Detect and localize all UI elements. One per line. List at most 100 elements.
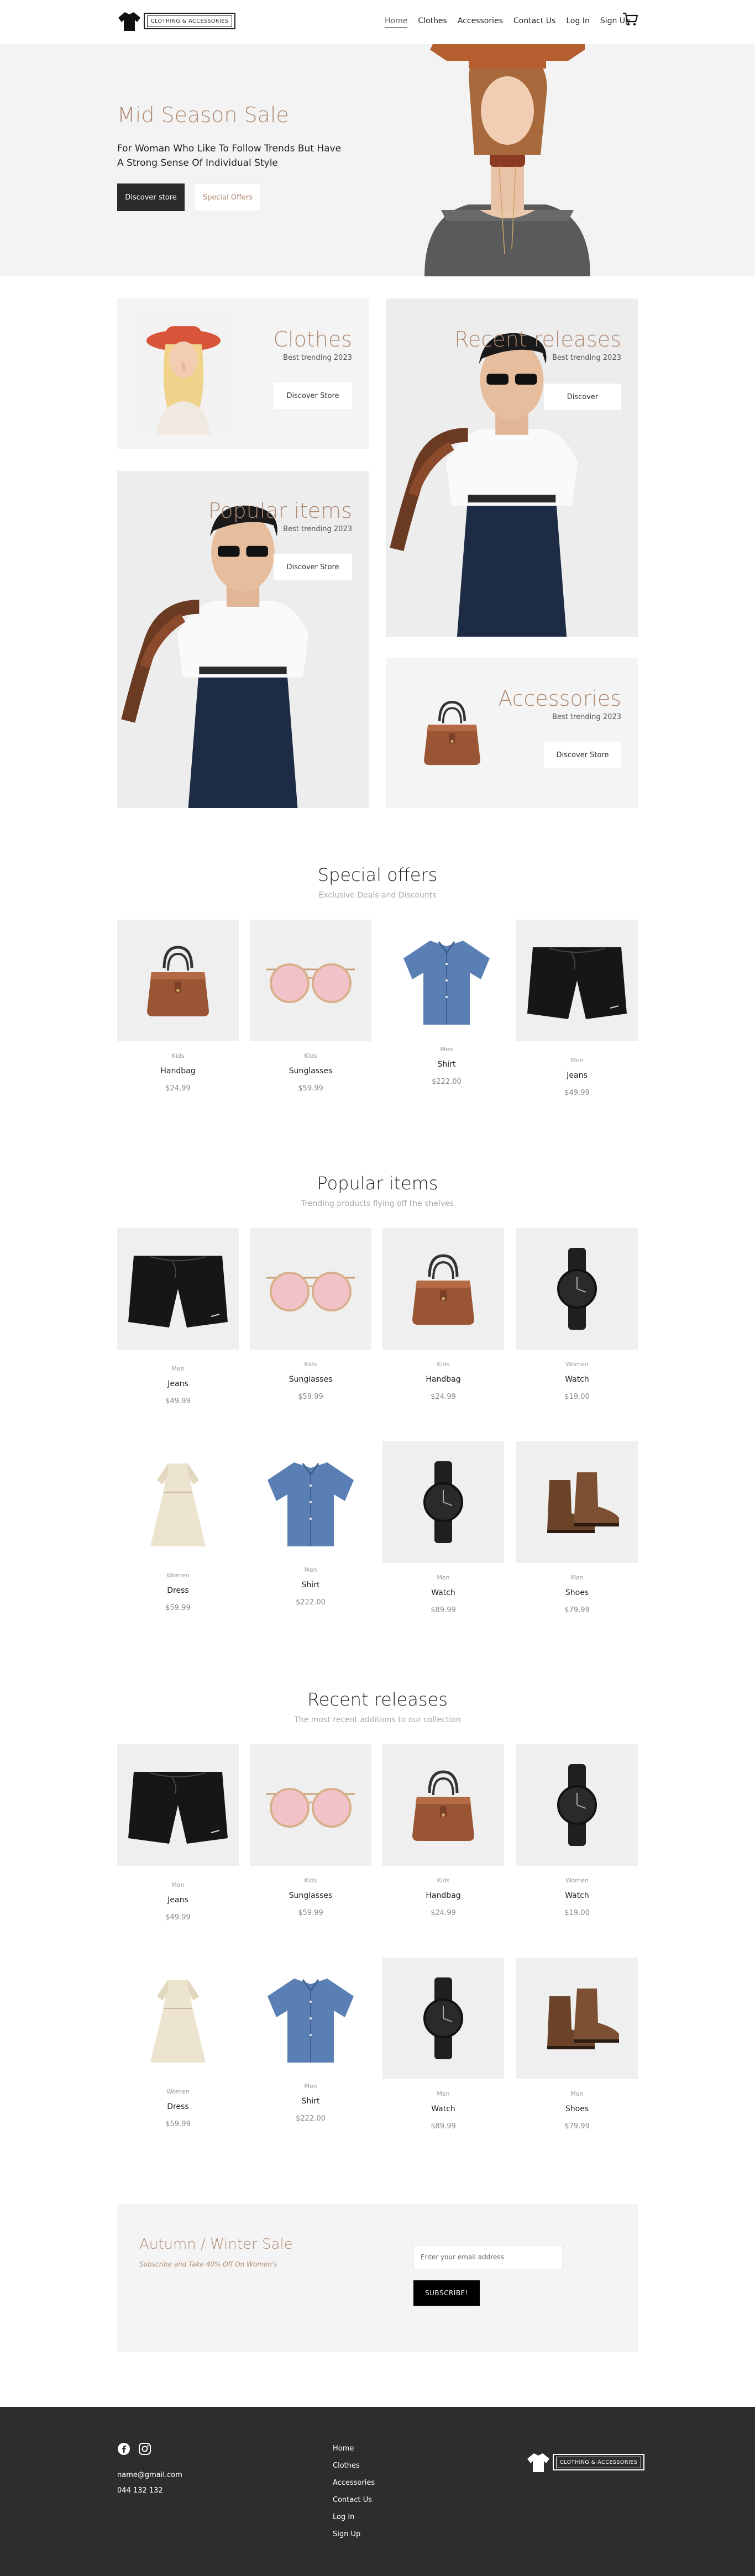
product-card[interactable]: Men Jeans $49.99 [117,1228,239,1416]
product-category: Men [171,1881,185,1888]
logo-wordmark: CLOTHING & ACCESSORIES [144,13,236,29]
special-offers-button[interactable]: Special Offers [195,183,261,211]
product-image-shoes [516,1958,638,2079]
tile-recent-button[interactable]: Discover [544,384,621,410]
email-field[interactable]: Enter your email address [413,2245,563,2269]
tile-popular-items[interactable]: Popular items Best trending 2023 Discove… [117,471,369,808]
product-card[interactable]: Kids Sunglasses $59.99 [250,1228,371,1416]
product-card[interactable]: Women Dress $59.99 [117,1958,239,2145]
product-card[interactable]: Kids Handbag $24.99 [382,1228,504,1416]
footer-link-home[interactable]: Home [333,2440,375,2457]
product-category: Men [304,2082,317,2090]
product-category: Men [437,2090,450,2097]
product-card[interactable]: Men Shirt $222.00 [250,1958,371,2145]
product-card[interactable]: Men Watch $89.99 [382,1441,504,1629]
footer-link-clothes[interactable]: Clothes [333,2457,375,2474]
newsletter-section: Autumn / Winter Sale Subscribe and Take … [117,2204,638,2352]
product-category: Men [171,1365,185,1372]
product-category: Kids [171,1052,185,1059]
product-name: Sunglasses [289,1891,333,1900]
product-card[interactable]: Men Shoes $79.99 [516,1441,638,1629]
instagram-icon[interactable] [138,2442,151,2456]
product-card[interactable]: Men Watch $89.99 [382,1958,504,2145]
product-price: $49.99 [165,1913,191,1922]
site-header: CLOTHING & ACCESSORIES Home Clothes Acce… [0,0,755,43]
shirt-logo-icon [527,2453,549,2472]
product-category: Women [565,1877,589,1884]
product-image-jeans [117,1744,239,1866]
footer-nav: Home Clothes Accessories Contact Us Log … [333,2440,375,2543]
tile-popular-subtitle: Best trending 2023 [283,525,352,533]
product-image-sunglasses [250,1228,371,1350]
product-category: Kids [437,1877,450,1884]
footer-logo[interactable]: CLOTHING & ACCESSORIES [526,2450,645,2474]
product-card[interactable]: Women Watch $19.00 [516,1744,638,1932]
product-card[interactable]: Men Shirt $222.00 [250,1441,371,1629]
product-price: $222.00 [296,1598,326,1607]
tile-clothes-button[interactable]: Discover Store [274,382,352,409]
footer-link-sign-up[interactable]: Sign Up [333,2526,375,2543]
product-image-dress [117,1441,239,1563]
nav-link-contact-us[interactable]: Contact Us [513,17,555,28]
main-nav: Home Clothes Accessories Contact Us Log … [385,17,641,28]
product-image-watch [382,1441,504,1563]
tile-accessories-subtitle: Best trending 2023 [552,713,621,721]
nav-link-accessories[interactable]: Accessories [458,17,503,28]
tile-accessories-button[interactable]: Discover Store [544,742,621,768]
cart-icon[interactable] [622,12,638,27]
hero-title: Mid Season Sale [117,103,289,127]
product-image-sunglasses [250,1744,371,1866]
product-name: Watch [431,1588,455,1597]
tile-recent-title: Recent releases [454,327,621,351]
footer-email[interactable]: name@gmail.com [117,2471,182,2479]
product-category: Men [570,2090,584,2097]
subscribe-button[interactable]: SUBSCRIBE! [413,2280,480,2306]
facebook-icon[interactable] [117,2442,130,2456]
logo-text: CLOTHING & ACCESSORIES [556,2456,642,2468]
footer-link-contact-us[interactable]: Contact Us [333,2491,375,2509]
product-name: Dress [167,2102,189,2111]
recent-releases-title: Recent releases [307,1689,448,1710]
product-name: Sunglasses [289,1375,333,1384]
product-card[interactable]: Men Shoes $79.99 [516,1958,638,2145]
product-card[interactable]: Women Dress $59.99 [117,1441,239,1629]
product-card[interactable]: Kids Handbag $24.99 [382,1744,504,1932]
product-card[interactable]: Men Jeans $49.99 [516,920,638,1108]
footer-phone: 044 132 132 [117,2486,163,2495]
product-price: $89.99 [431,2122,456,2131]
tile-clothes[interactable]: Clothes Best trending 2023 Discover Stor… [117,298,369,449]
product-card[interactable]: Kids Sunglasses $59.99 [250,1744,371,1932]
product-card[interactable]: Women Watch $19.00 [516,1228,638,1416]
hero-banner: Mid Season Sale For Woman Who Like To Fo… [0,44,755,276]
tile-popular-button[interactable]: Discover Store [274,554,352,580]
nav-link-clothes[interactable]: Clothes [418,17,447,28]
tile-clothes-subtitle: Best trending 2023 [283,354,352,362]
product-name: Handbag [426,1375,461,1384]
logo-text: CLOTHING & ACCESSORIES [147,15,233,27]
brand-logo[interactable]: CLOTHING & ACCESSORIES [117,9,236,33]
product-image-shoes [516,1441,638,1563]
product-price: $49.99 [165,1397,191,1405]
product-price: $89.99 [431,1606,456,1614]
nav-link-home[interactable]: Home [385,17,408,28]
product-card[interactable]: Kids Handbag $24.99 [117,920,239,1108]
footer-link-accessories[interactable]: Accessories [333,2474,375,2491]
product-price: $49.99 [564,1089,590,1097]
footer-link-log-in[interactable]: Log In [333,2509,375,2526]
tile-recent-releases[interactable]: Recent releases Best trending 2023 Disco… [386,298,638,637]
product-card[interactable]: Kids Sunglasses $59.99 [250,920,371,1108]
product-category: Men [437,1574,450,1581]
product-image-watch [516,1744,638,1866]
product-name: Watch [431,2105,455,2113]
special-offers-subtitle: Exclusive Deals and Discounts [318,891,437,900]
product-name: Dress [167,1586,189,1595]
nav-link-log-in[interactable]: Log In [566,17,589,28]
tile-accessories[interactable]: Accessories Best trending 2023 Discover … [386,658,638,808]
product-image-dress [117,1958,239,2079]
product-card[interactable]: Men Shirt $222.00 [386,920,507,1108]
product-name: Shirt [437,1060,456,1069]
product-image-jeans [117,1228,239,1350]
product-card[interactable]: Men Jeans $49.99 [117,1744,239,1932]
product-price: $59.99 [298,1393,323,1401]
discover-store-button[interactable]: Discover store [117,183,185,211]
